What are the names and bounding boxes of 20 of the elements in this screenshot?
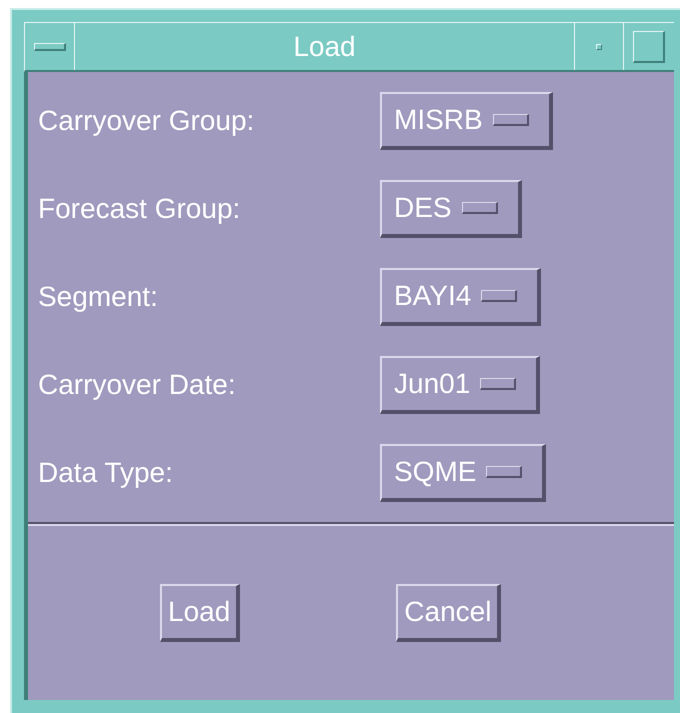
option-menu[interactable]: DES — [380, 180, 522, 238]
option-indicator-icon — [480, 378, 516, 390]
option-menu[interactable]: SQME — [380, 444, 546, 502]
window-title: Load — [292, 30, 357, 64]
option-menu[interactable]: Jun01 — [380, 356, 540, 414]
option-indicator-icon — [486, 466, 522, 478]
field-label: Carryover Date: — [38, 368, 237, 402]
field-label: Segment: — [38, 280, 159, 314]
option-menu[interactable]: MISRB — [380, 92, 553, 150]
option-indicator-icon — [492, 114, 529, 126]
minus-icon — [34, 42, 66, 50]
option-indicator-icon — [481, 290, 518, 302]
field-label: Forecast Group: — [38, 192, 242, 226]
option-indicator-icon — [462, 202, 498, 214]
option-menu[interactable]: BAYI4 — [380, 268, 542, 326]
field-label: Data Type: — [38, 456, 174, 490]
dialog-button[interactable]: Cancel — [396, 584, 502, 642]
dialog-button[interactable]: Load — [160, 584, 240, 642]
field-label: Carryover Group: — [38, 104, 256, 138]
square-icon — [633, 30, 665, 62]
